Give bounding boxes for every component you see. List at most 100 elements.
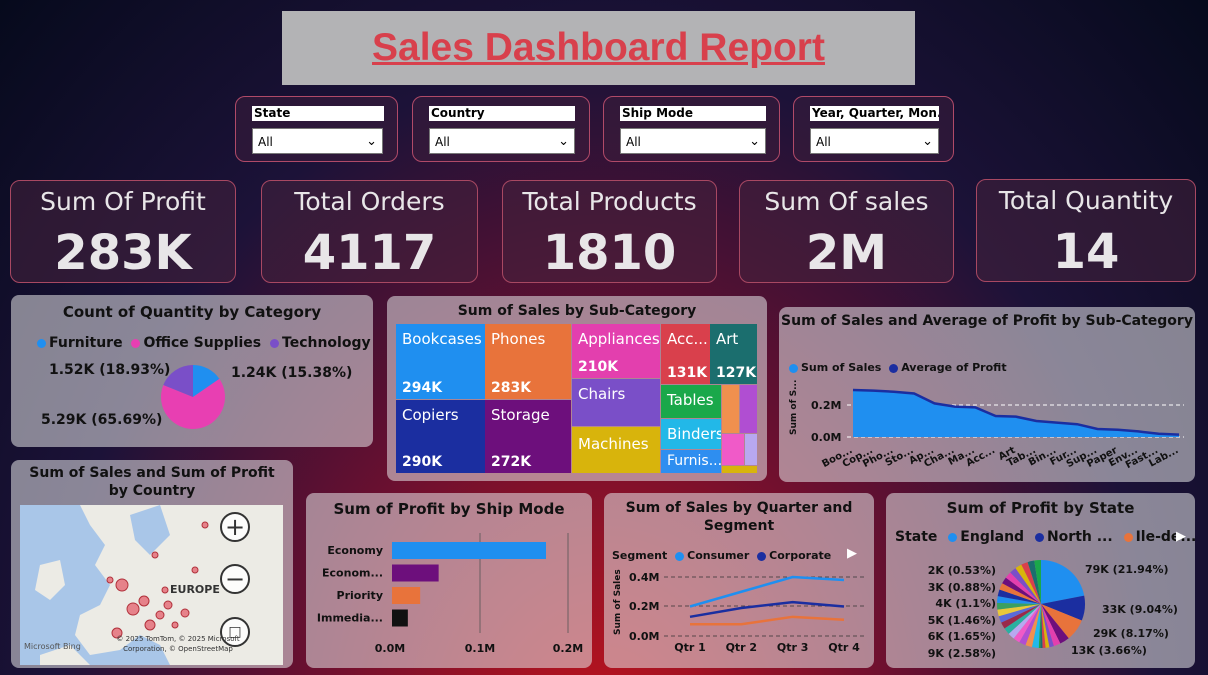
ship-mode-slicer[interactable]: Ship Mode All ⌄ xyxy=(603,96,780,162)
subcategory-area-chart[interactable]: Sum of S... 0.2M 0.0M Boo...Cop...Pho...… xyxy=(779,307,1195,482)
pie-label: 4K (1.1%) xyxy=(935,597,996,610)
treemap-tile-accessories[interactable]: Acc... 131K xyxy=(661,324,710,384)
kpi-label: Total Products xyxy=(522,187,697,216)
treemap-tile-binders[interactable]: Binders xyxy=(661,419,721,449)
bar[interactable] xyxy=(392,609,408,627)
map-bubble[interactable] xyxy=(161,586,169,594)
slicer-label: Country xyxy=(429,106,575,121)
map-bubble[interactable] xyxy=(138,595,150,607)
x-tick-label: Qtr 3 xyxy=(777,641,809,654)
zoom-in-button[interactable]: + xyxy=(220,512,250,542)
y-axis-label: Sum of S... xyxy=(789,380,799,435)
tile-value: 127K xyxy=(716,365,757,381)
y-tick-label: 0.2M xyxy=(811,399,841,412)
country-dropdown[interactable]: All ⌄ xyxy=(429,128,575,154)
y-tick-label: 0.0M xyxy=(811,431,841,444)
tile-value: 210K xyxy=(578,359,619,375)
map-bubble[interactable] xyxy=(163,600,173,610)
treemap-tile-phones[interactable]: Phones 283K xyxy=(485,324,571,399)
pie-label: 6K (1.65%) xyxy=(927,630,996,643)
map-bubble[interactable] xyxy=(201,521,209,529)
ship-mode-dropdown[interactable]: All ⌄ xyxy=(620,128,766,154)
legend-next-arrow-icon[interactable]: ▶ xyxy=(1176,529,1186,544)
map-bubble[interactable] xyxy=(171,621,179,629)
series-line[interactable] xyxy=(689,575,845,608)
subcategory-treemap-panel[interactable]: Sum of Sales by Sub-Category Bookcases 29… xyxy=(387,296,767,481)
state-pie-chart[interactable] xyxy=(996,559,1086,649)
chevron-down-icon[interactable]: ⌄ xyxy=(749,129,760,155)
tile-label: Furnis... xyxy=(667,453,721,469)
chevron-down-icon[interactable]: ⌄ xyxy=(922,129,933,155)
map-bubble[interactable] xyxy=(151,551,159,559)
quarter-line-chart[interactable]: Sum of Sales 0.4M 0.2M 0.0M Qtr 1 Qtr 2 Qt… xyxy=(604,493,874,668)
treemap-tile-appliances[interactable]: Appliances 210K xyxy=(572,324,660,378)
bar[interactable] xyxy=(392,564,439,582)
pie-label-furniture: 1.24K (15.38%) xyxy=(231,365,353,381)
pie-label: 9K (2.58%) xyxy=(927,646,996,660)
date-dropdown[interactable]: All ⌄ xyxy=(810,128,939,154)
y-tick-label: Economy xyxy=(327,544,383,557)
series-line[interactable] xyxy=(690,615,845,626)
bar[interactable] xyxy=(392,587,421,604)
map-bubble[interactable] xyxy=(191,566,199,574)
legend-dot xyxy=(270,338,280,348)
map-bubble[interactable] xyxy=(155,610,165,620)
country-slicer[interactable]: Country All ⌄ xyxy=(412,96,590,162)
country-map-panel[interactable]: Sum of Sales and Sum of Profit by Countr… xyxy=(11,460,293,668)
treemap-tile-art[interactable]: Art 127K xyxy=(710,324,757,384)
kpi-card-profit: Sum Of Profit 283K xyxy=(10,180,236,283)
treemap-tile-furnishings[interactable]: Furnis... xyxy=(661,450,721,473)
legend-label: Technology xyxy=(282,335,371,351)
treemap-tile-copiers[interactable]: Copiers 290K xyxy=(396,400,485,473)
state-slicer[interactable]: State All ⌄ xyxy=(235,96,398,162)
chevron-down-icon[interactable]: ⌄ xyxy=(558,129,569,155)
y-tick-label: Priority xyxy=(337,589,383,602)
treemap-tile-small[interactable] xyxy=(745,434,757,465)
tile-value: 294K xyxy=(402,380,443,396)
treemap-tile-machines[interactable]: Machines xyxy=(572,427,660,473)
treemap-tile-storage[interactable]: Storage 272K xyxy=(485,400,571,473)
y-tick-label: 0.4M xyxy=(629,571,659,584)
quarter-line-panel[interactable]: Sum of Sales by Quarter and Segment Segm… xyxy=(604,493,874,668)
tile-label: Phones xyxy=(491,330,546,348)
shipmode-bar-panel[interactable]: Sum of Profit by Ship Mode Economy Econom… xyxy=(306,493,592,668)
legend-label: Ile-de... xyxy=(1135,529,1197,545)
map-bubble[interactable] xyxy=(144,619,156,631)
kpi-card-orders: Total Orders 4117 xyxy=(261,180,478,283)
treemap-tile-small[interactable] xyxy=(740,385,757,433)
y-tick-label: 0.2M xyxy=(629,600,659,613)
subcategory-line-panel[interactable]: Sum of Sales and Average of Profit by Su… xyxy=(779,307,1195,482)
pie-label-office-supplies: 5.29K (65.69%) xyxy=(41,412,163,428)
treemap-tile-small[interactable] xyxy=(722,434,744,465)
category-pie-panel[interactable]: Count of Quantity by Category Furniture … xyxy=(11,295,373,447)
x-tick-label: 0.1M xyxy=(465,642,495,655)
treemap-tile-tables[interactable]: Tables xyxy=(661,385,721,418)
kpi-label: Total Quantity xyxy=(998,186,1174,215)
zoom-out-button[interactable]: − xyxy=(220,564,250,594)
state-dropdown[interactable]: All ⌄ xyxy=(252,128,383,154)
chart-title: Sum of Sales by Sub-Category xyxy=(457,303,697,319)
tile-label: Storage xyxy=(491,406,550,424)
map-bubble[interactable] xyxy=(126,602,140,616)
tile-label: Appliances xyxy=(578,330,660,348)
state-pie-panel[interactable]: Sum of Profit by State State England Nor… xyxy=(886,493,1197,668)
pie-labels-left: 2K (0.53%) 3K (0.88%) 4K (1.1%) 5K (1.46… xyxy=(908,563,996,662)
treemap-tile-small[interactable] xyxy=(722,466,757,473)
map-canvas[interactable]: EUROPE + − □ Microsoft Bing © 2025 TomTo… xyxy=(20,505,283,665)
shipmode-bar-chart[interactable]: EconomyEconom...PriorityImmedia... 0.0M … xyxy=(306,493,592,668)
slicer-label: Year, Quarter, Mon... xyxy=(810,106,939,121)
date-hierarchy-slicer[interactable]: Year, Quarter, Mon... All ⌄ xyxy=(793,96,954,162)
map-bubble[interactable] xyxy=(180,608,190,618)
legend-dot xyxy=(1123,532,1133,542)
chart-legend: Furniture Office Supplies Technology xyxy=(37,335,371,351)
series-line[interactable] xyxy=(689,600,845,619)
treemap-tile-bookcases[interactable]: Bookcases 294K xyxy=(396,324,485,399)
bing-logo: Microsoft Bing xyxy=(24,642,81,651)
treemap-tile-small[interactable] xyxy=(722,385,739,433)
treemap-tile-chairs[interactable]: Chairs xyxy=(572,379,660,426)
map-bubble[interactable] xyxy=(115,578,129,592)
bar[interactable] xyxy=(392,542,546,559)
map-bubble[interactable] xyxy=(106,576,114,584)
chevron-down-icon[interactable]: ⌄ xyxy=(366,129,377,155)
pie-label: 3K (0.88%) xyxy=(927,580,996,594)
